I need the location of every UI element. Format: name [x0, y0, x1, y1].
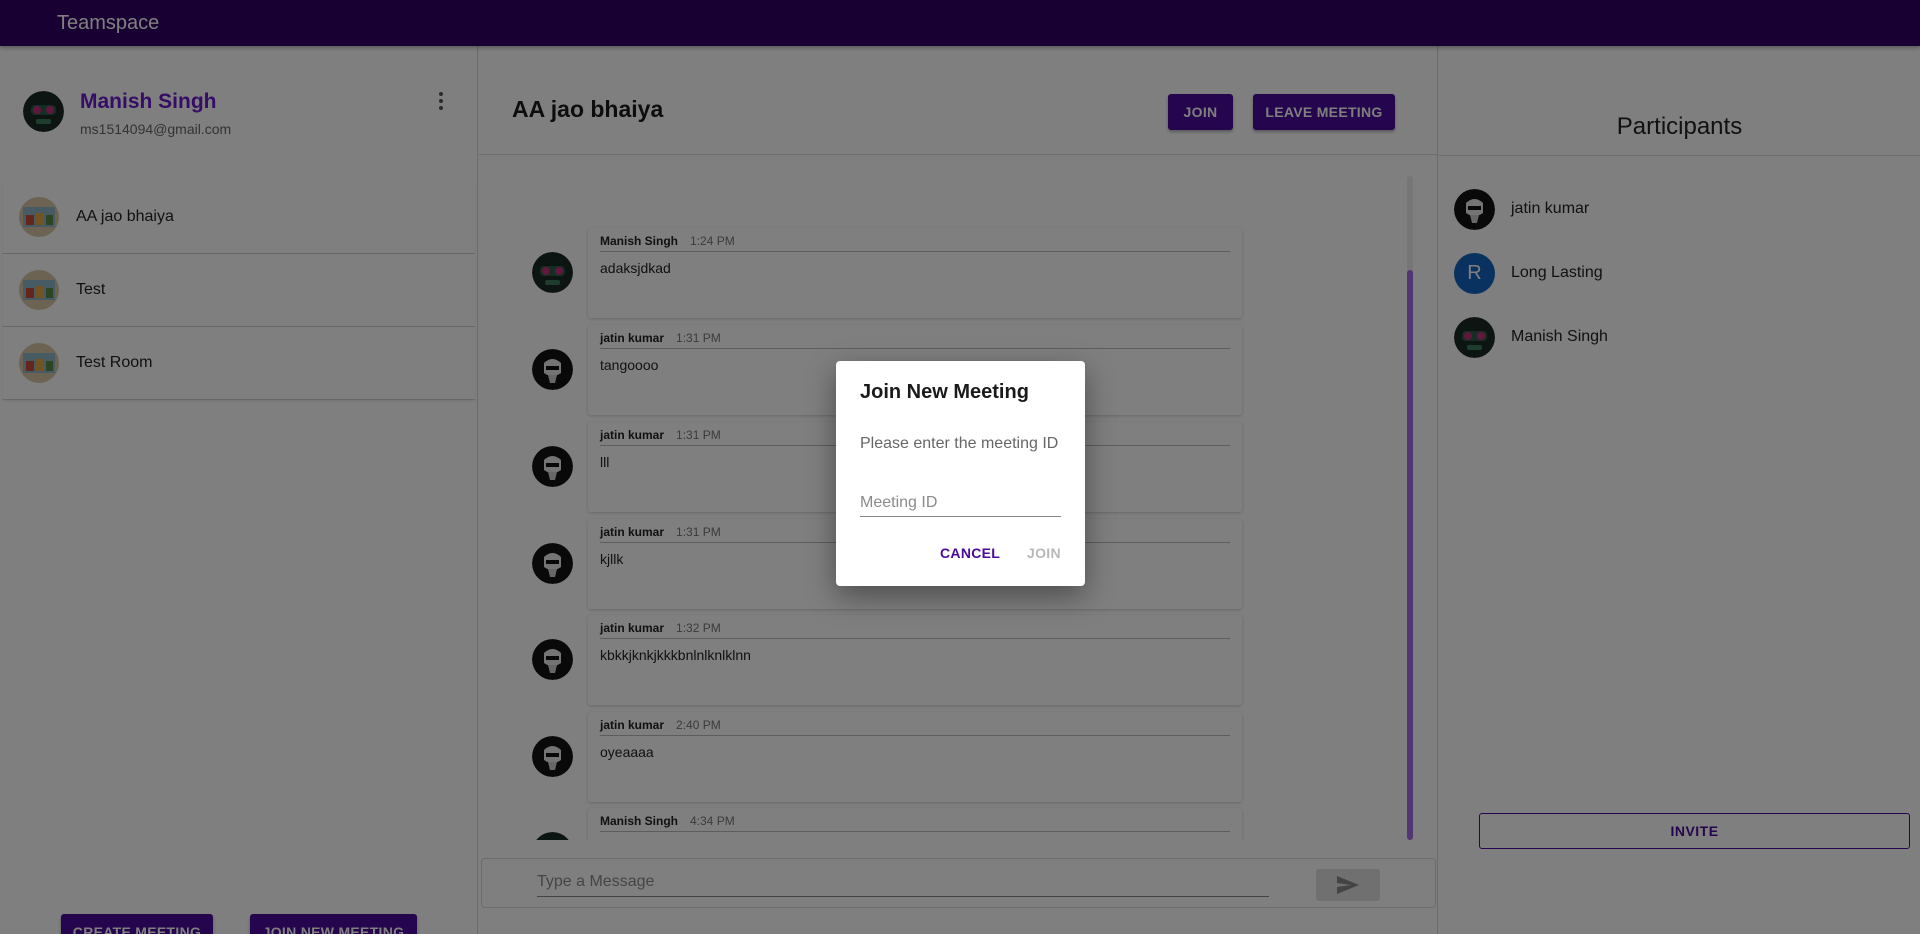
dialog-join-button[interactable]: JOIN [1027, 545, 1061, 561]
meeting-id-input[interactable] [860, 489, 1061, 517]
cancel-button[interactable]: CANCEL [940, 545, 1000, 561]
join-meeting-dialog: Join New Meeting Please enter the meetin… [836, 361, 1085, 586]
dialog-title: Join New Meeting [860, 381, 1029, 403]
dialog-description: Please enter the meeting ID [860, 435, 1059, 452]
